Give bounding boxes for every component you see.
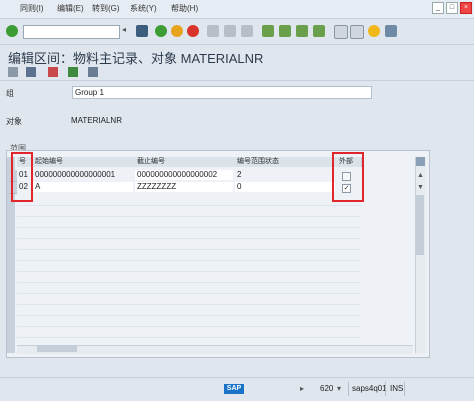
horizontal-scroll-thumb[interactable] — [37, 346, 77, 352]
first-page-icon[interactable] — [262, 25, 274, 37]
display-change-icon[interactable] — [8, 67, 18, 77]
delete-interval-icon[interactable] — [48, 67, 58, 77]
input-mode: INS — [390, 384, 404, 393]
menu-list[interactable]: 同则(I) — [20, 3, 44, 14]
menu-edit[interactable]: 编辑(E) — [57, 3, 84, 14]
find-next-icon[interactable] — [241, 25, 253, 37]
print-icon[interactable] — [207, 25, 219, 37]
empty-rows — [17, 195, 361, 345]
status-divider — [404, 382, 405, 396]
menu-help[interactable]: 帮助(H) — [171, 3, 198, 14]
shortcut-icon[interactable] — [350, 25, 364, 39]
group-field[interactable]: Group 1 — [72, 86, 372, 99]
group-label: 组 — [6, 89, 14, 98]
client-number: 620 — [320, 384, 334, 393]
layout-menu-icon[interactable] — [385, 25, 397, 37]
object-label: 对象 — [6, 117, 22, 126]
to-number-cell[interactable]: ZZZZZZZZ — [135, 182, 233, 192]
menu-system[interactable]: 系统(Y) — [130, 3, 157, 14]
system-name: saps4q01 — [352, 384, 387, 393]
status-cell[interactable]: 2 — [235, 170, 335, 180]
client-dropdown-icon[interactable]: ▾ — [337, 384, 341, 393]
insert-interval-icon[interactable] — [68, 67, 78, 77]
status-icon[interactable] — [88, 67, 98, 77]
save-icon[interactable] — [136, 25, 148, 37]
header-number-status[interactable]: 编号范围状态 — [235, 157, 338, 167]
menu-bar: 同则(I) 编辑(E) 转到(G) 系统(Y) 帮助(H) _ □ × — [0, 0, 474, 19]
from-number-cell[interactable]: A — [33, 182, 133, 192]
status-toggle-icon[interactable]: ▸ — [300, 384, 304, 393]
scroll-up-icon[interactable]: ▲ — [416, 171, 425, 180]
object-value: MATERIALNR — [71, 116, 122, 125]
command-field[interactable] — [23, 25, 120, 39]
scroll-down-icon[interactable]: ▼ — [416, 183, 425, 192]
cancel-icon[interactable] — [187, 25, 199, 37]
status-divider — [385, 382, 386, 396]
standard-toolbar: ◂ — [0, 19, 474, 45]
new-session-icon[interactable] — [334, 25, 348, 39]
header-to-number[interactable]: 截止编号 — [135, 157, 236, 167]
header-from-number[interactable]: 起始编号 — [33, 157, 136, 167]
to-number-cell[interactable]: 000000000000000002 — [135, 170, 233, 180]
scroll-thumb[interactable] — [416, 195, 424, 255]
close-window-button[interactable]: × — [460, 2, 472, 14]
menu-goto[interactable]: 转到(G) — [92, 3, 120, 14]
status-bar: SAP ▸ 620 ▾ saps4q01 INS — [0, 377, 474, 401]
help-icon[interactable] — [368, 25, 380, 37]
edit-pencil-icon[interactable] — [26, 67, 36, 77]
status-cell[interactable]: 0 — [235, 182, 335, 192]
sap-logo: SAP — [224, 384, 244, 394]
next-page-icon[interactable] — [296, 25, 308, 37]
status-divider — [348, 382, 349, 396]
find-icon[interactable] — [224, 25, 236, 37]
exit-icon[interactable] — [171, 25, 183, 37]
from-number-cell[interactable]: 000000000000000001 — [33, 170, 133, 180]
interval-table: 号 起始编号 截止编号 编号范围状态 外部 01 000000000000000… — [6, 150, 430, 358]
enter-check-icon[interactable] — [6, 25, 18, 37]
application-toolbar — [0, 63, 474, 81]
command-dropdown-icon[interactable]: ◂ — [122, 25, 126, 34]
highlight-external-column — [332, 152, 364, 202]
back-icon[interactable] — [155, 25, 167, 37]
highlight-number-column — [11, 152, 33, 202]
previous-page-icon[interactable] — [279, 25, 291, 37]
table-settings-icon[interactable] — [416, 157, 425, 166]
last-page-icon[interactable] — [313, 25, 325, 37]
maximize-button[interactable]: □ — [446, 2, 458, 14]
minimize-button[interactable]: _ — [432, 2, 444, 14]
